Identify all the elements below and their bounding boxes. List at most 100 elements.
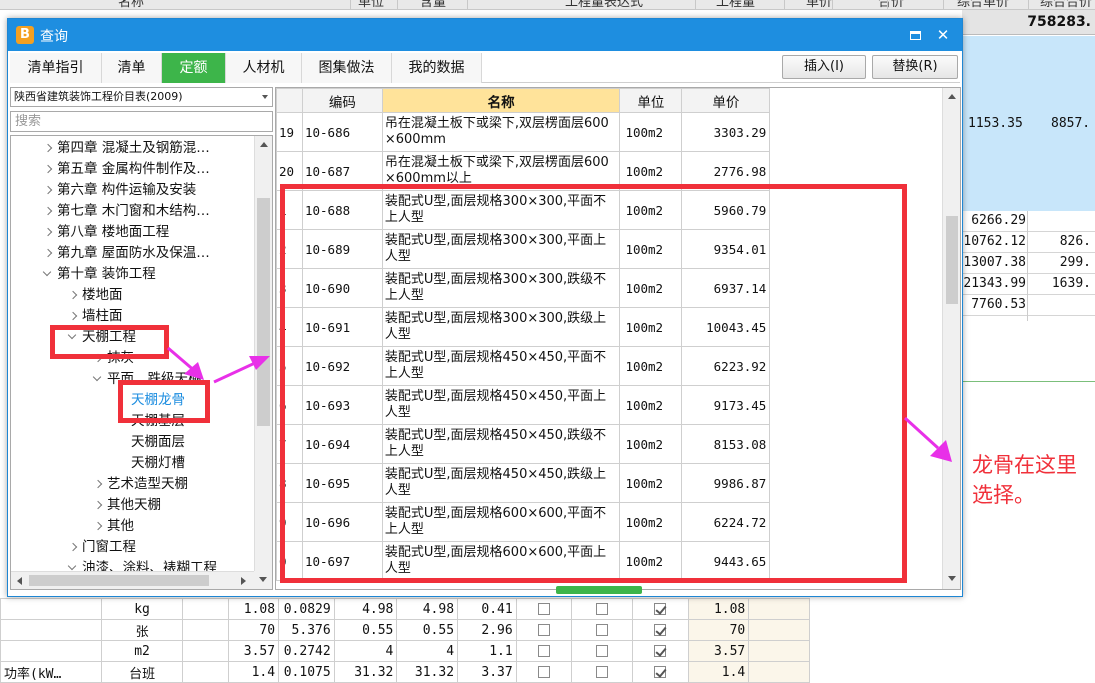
grid-vertical-scrollbar[interactable] [942, 88, 960, 589]
checkbox[interactable] [596, 666, 609, 678]
tree-node[interactable]: 第八章 楼地面工程 [41, 222, 169, 243]
search-input[interactable] [10, 111, 273, 132]
background-row[interactable]: 7760.53 [962, 295, 1095, 316]
column-header[interactable] [276, 88, 303, 113]
tree-node[interactable]: 艺术造型天棚 [91, 474, 188, 495]
tab-0[interactable]: 清单指引 [10, 53, 102, 83]
chevron-right-icon[interactable] [91, 516, 107, 537]
resource-row[interactable]: 张 70 5.376 0.55 0.55 2.96 70 [0, 619, 810, 641]
chevron-right-icon[interactable] [41, 159, 57, 180]
scroll-right-icon[interactable] [241, 577, 246, 585]
quota-row[interactable]: 4 10-691 装配式U型,面层规格300×300,跌级上人型 100m2 10043… [276, 307, 960, 347]
tree-node[interactable]: 其他天棚 [91, 495, 161, 516]
quota-row[interactable]: 3 10-690 装配式U型,面层规格300×300,跌级不上人型 100m2 6937… [276, 268, 960, 308]
checkbox[interactable] [596, 645, 609, 657]
chevron-down-icon[interactable] [66, 327, 82, 348]
tree-node[interactable]: 门窗工程 [66, 537, 136, 558]
checkbox[interactable] [537, 624, 550, 636]
scroll-down-icon[interactable] [259, 577, 267, 582]
column-header[interactable]: 单价 [681, 88, 771, 113]
checkbox[interactable] [537, 645, 550, 657]
tree-node[interactable]: 抹灰 [91, 348, 134, 369]
tree-node[interactable]: 第十章 装饰工程 [41, 264, 156, 285]
grid-scroll-thumb[interactable] [946, 216, 958, 304]
column-header[interactable]: 编码 [301, 88, 383, 113]
tree-hscroll-thumb[interactable] [29, 575, 209, 586]
maximize-button[interactable] [904, 24, 926, 46]
scroll-down-icon[interactable] [948, 576, 956, 581]
checkbox[interactable] [596, 603, 609, 615]
quota-row[interactable]: 20 10-687 吊在混凝土板下或梁下,双层楞面层600×600mm以上 100m2… [276, 151, 960, 191]
checkbox[interactable] [596, 624, 609, 636]
quota-row[interactable]: 2 10-689 装配式U型,面层规格300×300,平面上人型 100m2 9354.… [276, 229, 960, 269]
insert-button[interactable]: 插入(I) [782, 55, 866, 79]
tree-node[interactable]: 其他 [91, 516, 134, 537]
library-select[interactable]: 陕西省建筑装饰工程价目表(2009) [10, 87, 273, 107]
background-row[interactable]: 10762.12 826. [962, 232, 1095, 253]
checkbox[interactable] [537, 603, 550, 615]
tree-node[interactable]: 天棚基层 [115, 411, 185, 432]
tree-node[interactable]: 天棚面层 [115, 432, 185, 453]
background-row[interactable]: 6266.29 [962, 211, 1095, 232]
checkbox[interactable] [654, 666, 667, 678]
scroll-up-icon[interactable] [260, 142, 268, 147]
column-header[interactable]: 名称 [381, 88, 621, 113]
quota-row[interactable]: 9 10-696 装配式U型,面层规格600×600,平面不上人型 100m2 6224… [276, 502, 960, 542]
scroll-up-icon[interactable] [948, 94, 956, 99]
checkbox[interactable] [654, 645, 667, 657]
tree-node[interactable]: 第九章 屋面防水及保温… [41, 243, 210, 264]
checkbox[interactable] [654, 624, 667, 636]
tab-1[interactable]: 清单 [102, 53, 162, 83]
scroll-left-icon[interactable] [17, 577, 22, 585]
chevron-right-icon[interactable] [66, 306, 82, 327]
checkbox[interactable] [537, 666, 550, 678]
resource-row[interactable]: kg 1.08 0.0829 4.98 4.98 0.41 1.08 [0, 598, 810, 620]
tab-5[interactable]: 我的数据 [392, 53, 482, 83]
tree-node[interactable]: 第七章 木门窗和木结构… [41, 201, 210, 222]
background-splitter[interactable] [962, 381, 1095, 382]
panel-splitter-handle[interactable] [556, 586, 642, 594]
resource-row[interactable]: 功率(kW… 台班 1.4 0.1075 31.32 31.32 3.37 1.4 [0, 661, 810, 683]
close-button[interactable]: ✕ [932, 24, 954, 46]
tree-vertical-scrollbar[interactable] [254, 136, 272, 589]
replace-button[interactable]: 替换(R) [872, 55, 958, 79]
chevron-right-icon[interactable] [41, 138, 57, 159]
background-row[interactable]: 13007.38 299. [962, 253, 1095, 274]
chevron-right-icon[interactable] [41, 222, 57, 243]
quota-row[interactable]: 19 10-686 吊在混凝土板下或梁下,双层楞面层600×600mm 100m2 33… [276, 112, 960, 152]
tab-3[interactable]: 人材机 [226, 53, 302, 83]
dialog-titlebar[interactable]: B 查询 ✕ [8, 19, 962, 51]
tab-2[interactable]: 定额 [162, 53, 226, 83]
chevron-down-icon[interactable] [41, 264, 57, 285]
chevron-right-icon[interactable] [91, 474, 107, 495]
tree-node[interactable]: 天棚灯槽 [115, 453, 185, 474]
tab-4[interactable]: 图集做法 [302, 53, 392, 83]
resource-row[interactable]: m2 3.57 0.2742 4 4 1.1 3.57 [0, 640, 810, 662]
tree-node[interactable]: 第五章 金属构件制作及… [41, 159, 210, 180]
tree-horizontal-scrollbar[interactable] [11, 571, 254, 589]
chevron-right-icon[interactable] [66, 537, 82, 558]
background-selected-row[interactable]: 1153.35 8857. [962, 36, 1095, 211]
chevron-right-icon[interactable] [41, 243, 57, 264]
quota-row[interactable]: 6 10-693 装配式U型,面层规格450×450,平面上人型 100m2 9173.… [276, 385, 960, 425]
chevron-right-icon[interactable] [41, 180, 57, 201]
chevron-right-icon[interactable] [41, 201, 57, 222]
quota-row[interactable]: 0 10-697 装配式U型,面层规格600×600,平面上人型 100m2 9443.… [276, 541, 960, 581]
checkbox[interactable] [654, 603, 667, 615]
tree-node[interactable]: 第六章 构件运输及安装 [41, 180, 196, 201]
chevron-right-icon[interactable] [66, 285, 82, 306]
column-header[interactable]: 单位 [619, 88, 683, 113]
tree-node[interactable]: 楼地面 [66, 285, 123, 306]
quota-row[interactable]: 8 10-695 装配式U型,面层规格450×450,跌级上人型 100m2 9986.… [276, 463, 960, 503]
chevron-right-icon[interactable] [91, 495, 107, 516]
tree-node[interactable]: 天棚龙骨 [115, 390, 185, 411]
tree-node[interactable]: 天棚工程 [66, 327, 136, 348]
quota-row[interactable]: 1 10-688 装配式U型,面层规格300×300,平面不上人型 100m2 5960… [276, 190, 960, 230]
tree-node[interactable]: 第四章 混凝土及钢筋混… [41, 138, 210, 159]
tree-node[interactable]: 墙柱面 [66, 306, 123, 327]
chevron-down-icon[interactable] [91, 369, 107, 390]
quota-row[interactable]: 7 10-694 装配式U型,面层规格450×450,跌级不上人型 100m2 8153… [276, 424, 960, 464]
quota-row[interactable]: 5 10-692 装配式U型,面层规格450×450,平面不上人型 100m2 6223… [276, 346, 960, 386]
tree-node[interactable]: 平面、跌级天棚 [91, 369, 202, 390]
tree-scroll-thumb[interactable] [257, 198, 270, 426]
